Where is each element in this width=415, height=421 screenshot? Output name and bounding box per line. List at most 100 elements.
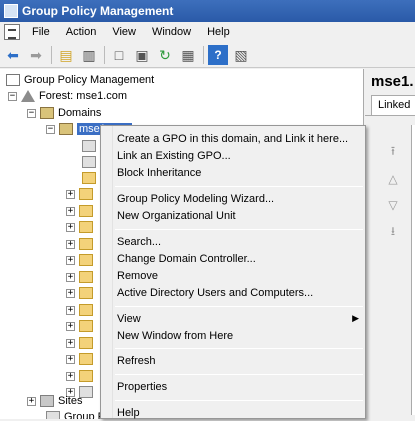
menu-help[interactable]: Help <box>199 26 238 38</box>
menu-separator <box>115 229 363 230</box>
menu-item-modeling-wizard[interactable]: Group Policy Modeling Wizard... <box>117 190 363 207</box>
refresh-icon[interactable]: ↻ <box>155 45 175 65</box>
linked-gpo-list[interactable] <box>411 125 415 415</box>
folder-icon <box>79 353 93 365</box>
menu-item-block-inheritance[interactable]: Block Inheritance <box>117 164 363 181</box>
expand-icon[interactable]: + <box>66 354 75 364</box>
expand-icon[interactable]: + <box>66 371 75 381</box>
menu-separator <box>115 348 363 349</box>
collapse-icon[interactable]: − <box>27 108 36 118</box>
move-link-up-icon[interactable]: △ <box>385 171 401 187</box>
folder-icon <box>79 205 93 217</box>
folder-icon <box>79 320 93 332</box>
folder-icon <box>79 304 93 316</box>
show-hide-tree-icon[interactable]: ▥ <box>79 45 99 65</box>
menu-item-properties[interactable]: Properties <box>117 378 363 395</box>
menu-separator <box>115 306 363 307</box>
tab-divider <box>365 115 415 116</box>
folder-icon <box>79 370 93 382</box>
menu-bar: File Action View Window Help <box>0 22 415 42</box>
tree-item-ou[interactable]: + <box>66 203 97 219</box>
gpmc-app-icon <box>4 4 18 18</box>
tree-label-domains: Domains <box>58 107 102 119</box>
gpo-link-icon <box>82 140 96 152</box>
menu-item-aduc[interactable]: Active Directory Users and Computers... <box>117 284 363 301</box>
toolbar-separator <box>104 45 105 64</box>
tree-item-ou[interactable]: + <box>66 302 97 318</box>
tree-item-ou[interactable]: + <box>66 252 97 268</box>
up-folder-icon[interactable]: ▤ <box>56 45 76 65</box>
tree-item-ou[interactable]: + <box>66 236 97 252</box>
tree-item-ou[interactable]: + <box>66 219 97 235</box>
tree-label-root: Group Policy Management <box>24 74 155 86</box>
tab-linked-gpos[interactable]: Linked <box>371 95 415 115</box>
tree-item-ou[interactable]: + <box>66 285 97 301</box>
expand-icon[interactable]: + <box>66 272 75 282</box>
folder-icon <box>82 172 96 184</box>
modeling-icon <box>46 411 60 419</box>
tree-item-domains[interactable]: − Domains <box>27 105 101 121</box>
tree-item-gpo-link[interactable] <box>82 138 100 154</box>
tree-item-ou[interactable]: + <box>66 351 97 367</box>
collapse-icon[interactable]: − <box>46 124 55 134</box>
back-icon[interactable]: ⬅ <box>3 45 23 65</box>
action-pane-icon[interactable]: ▧ <box>231 45 251 65</box>
tree-item-group-policy-modeling[interactable]: Group P <box>46 409 105 419</box>
menu-view[interactable]: View <box>104 26 144 38</box>
move-link-top-icon[interactable]: ⭱ <box>385 143 401 159</box>
menu-item-new-ou[interactable]: New Organizational Unit <box>117 207 363 224</box>
expand-icon[interactable]: + <box>66 288 75 298</box>
expand-icon[interactable]: + <box>66 305 75 315</box>
forward-icon[interactable]: ➡ <box>26 45 46 65</box>
tree-item-root[interactable]: Group Policy Management <box>6 72 154 88</box>
submenu-arrow-icon: ▶ <box>352 313 359 323</box>
menu-item-link-existing-gpo[interactable]: Link an Existing GPO... <box>117 147 363 164</box>
move-link-down-icon[interactable]: ▽ <box>385 197 401 213</box>
domain-icon <box>59 123 73 135</box>
export-icon[interactable]: ▣ <box>132 45 152 65</box>
expand-icon[interactable]: + <box>66 222 75 232</box>
expand-icon[interactable]: + <box>66 255 75 265</box>
tree-item-forest[interactable]: − Forest: mse1.com <box>8 88 127 104</box>
folder-icon <box>79 271 93 283</box>
properties-icon[interactable]: □ <box>109 45 129 65</box>
collapse-icon[interactable]: − <box>8 91 17 101</box>
menu-separator <box>115 186 363 187</box>
expand-icon[interactable]: + <box>66 338 75 348</box>
export-list-icon[interactable]: ▦ <box>178 45 198 65</box>
title-bar: Group Policy Management <box>0 0 415 22</box>
help-icon[interactable]: ? <box>208 44 228 65</box>
menu-item-new-window[interactable]: New Window from Here <box>117 327 363 344</box>
menu-item-change-dc[interactable]: Change Domain Controller... <box>117 250 363 267</box>
tree-item-ou[interactable]: + <box>66 186 97 202</box>
menu-item-help[interactable]: Help <box>117 404 363 421</box>
expand-icon[interactable]: + <box>27 396 36 406</box>
menu-separator <box>115 374 363 375</box>
expand-icon[interactable]: + <box>66 321 75 331</box>
tree-item-gpo-container[interactable]: + <box>66 368 97 384</box>
context-menu: Create a GPO in this domain, and Link it… <box>100 125 366 419</box>
tree-item-ou[interactable] <box>82 170 100 186</box>
tree-label-forest: Forest: mse1.com <box>39 90 128 102</box>
tree-item-sites[interactable]: + Sites <box>27 393 82 409</box>
menu-window[interactable]: Window <box>144 26 199 38</box>
expand-icon[interactable]: + <box>66 239 75 249</box>
menu-action[interactable]: Action <box>58 26 105 38</box>
folder-icon <box>79 238 93 250</box>
system-menu-icon[interactable] <box>4 24 20 40</box>
domains-icon <box>40 107 54 119</box>
menu-file[interactable]: File <box>24 26 58 38</box>
expand-icon[interactable]: + <box>66 189 75 199</box>
menu-item-view[interactable]: View ▶ <box>117 310 363 327</box>
tree-item-ou[interactable]: + <box>66 269 97 285</box>
gpmc-icon <box>6 74 20 86</box>
tree-item-ou[interactable]: + <box>66 335 97 351</box>
menu-item-create-gpo-link[interactable]: Create a GPO in this domain, and Link it… <box>117 130 363 147</box>
move-link-bottom-icon[interactable]: ⭳ <box>385 223 401 239</box>
expand-icon[interactable]: + <box>66 206 75 216</box>
menu-item-search[interactable]: Search... <box>117 233 363 250</box>
tree-item-gpo-link[interactable] <box>82 154 100 170</box>
menu-item-remove[interactable]: Remove <box>117 267 363 284</box>
tree-item-ou[interactable]: + <box>66 318 97 334</box>
menu-item-refresh[interactable]: Refresh <box>117 352 363 369</box>
